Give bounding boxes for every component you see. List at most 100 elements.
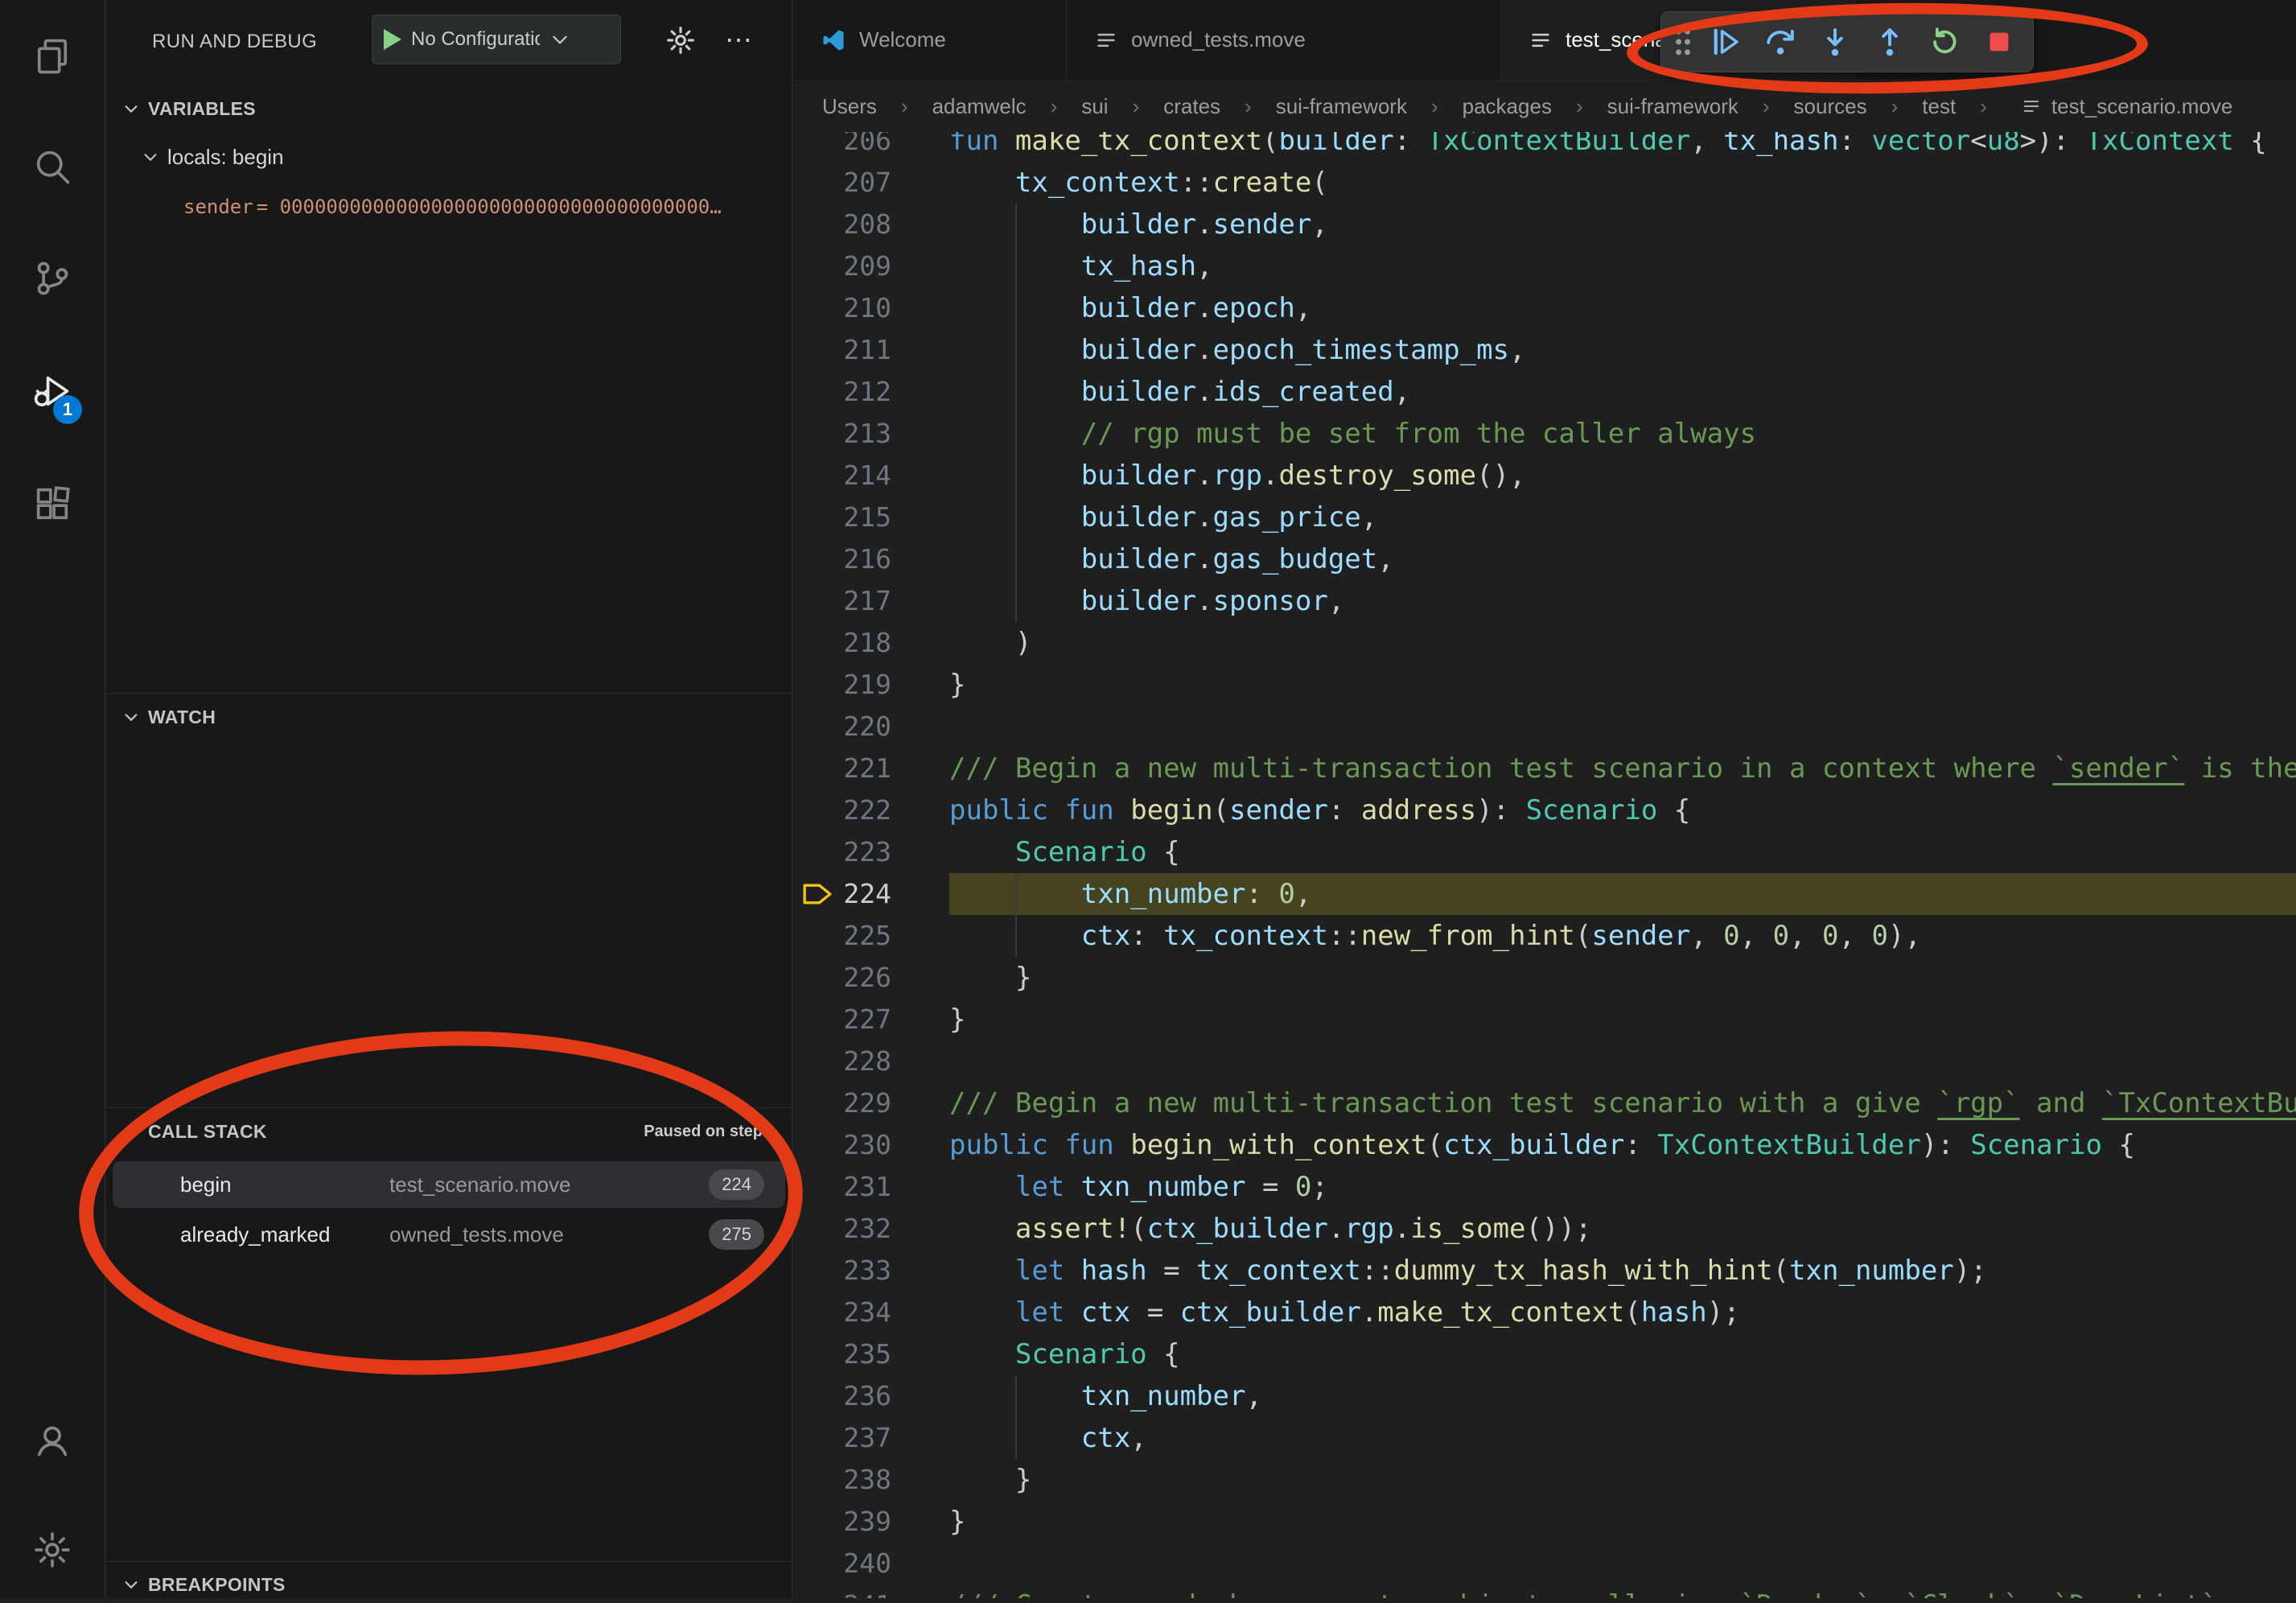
code-line-text[interactable]: } [949,1459,2296,1501]
line-number-gutter[interactable]: 213 [793,413,949,455]
code-line[interactable]: 227} [793,999,2296,1041]
code-line[interactable]: 225 ctx: tx_context::new_from_hint(sende… [793,915,2296,957]
code-line-text[interactable]: } [949,1501,2296,1543]
line-number-gutter[interactable]: 216 [793,538,949,580]
code-line-text[interactable]: tx_context::create( [949,162,2296,204]
line-number-gutter[interactable]: 226 [793,957,949,999]
variables-scope-row[interactable]: locals: begin [106,138,792,175]
line-number-gutter[interactable]: 224 [793,873,949,915]
restart-button[interactable] [1919,17,1970,67]
line-number-gutter[interactable]: 238 [793,1459,949,1501]
code-line[interactable]: 220 [793,706,2296,748]
line-number-gutter[interactable]: 222 [793,789,949,831]
code-line[interactable]: 215 builder.gas_price, [793,497,2296,538]
code-line[interactable]: 229/// Begin a new multi-transaction tes… [793,1082,2296,1124]
line-number-gutter[interactable]: 210 [793,287,949,329]
stack-frame[interactable]: begin test_scenario.move 224 [113,1161,785,1208]
debug-settings-button[interactable] [660,19,702,61]
code-line[interactable]: 224 txn_number: 0, [793,873,2296,915]
code-line-text[interactable]: let hash = tx_context::dummy_tx_hash_wit… [949,1250,2296,1292]
line-number-gutter[interactable]: 211 [793,329,949,371]
line-number-gutter[interactable]: 232 [793,1208,949,1250]
code-line[interactable]: 241/// Creates and shares system objects… [793,1584,2296,1598]
start-debug-icon[interactable] [384,29,401,50]
code-line[interactable]: 208 builder.sender, [793,204,2296,245]
code-line[interactable]: 218 ) [793,622,2296,664]
toolbar-drag-handle[interactable] [1669,17,1697,67]
code-line-text[interactable]: assert!(ctx_builder.rgp.is_some()); [949,1208,2296,1250]
code-line[interactable]: 240 [793,1543,2296,1584]
stop-button[interactable] [1973,17,2025,67]
code-line-text[interactable] [949,706,2296,748]
line-number-gutter[interactable]: 234 [793,1292,949,1333]
code-line[interactable]: 206fun make_tx_context(builder: TxContex… [793,132,2296,162]
breadcrumb-item[interactable]: crates [1109,94,1220,119]
line-number-gutter[interactable]: 233 [793,1250,949,1292]
line-number-gutter[interactable]: 219 [793,664,949,706]
code-line[interactable]: 233 let hash = tx_context::dummy_tx_hash… [793,1250,2296,1292]
code-line[interactable]: 237 ctx, [793,1417,2296,1459]
code-line[interactable]: 231 let txn_number = 0; [793,1166,2296,1208]
line-number-gutter[interactable]: 223 [793,831,949,873]
code-line[interactable]: 223 Scenario { [793,831,2296,873]
continue-button[interactable] [1700,17,1751,67]
line-number-gutter[interactable]: 208 [793,204,949,245]
code-line-text[interactable]: public fun begin_with_context(ctx_builde… [949,1124,2296,1166]
code-line-text[interactable]: let txn_number = 0; [949,1166,2296,1208]
breadcrumb-item[interactable]: Users [822,94,877,119]
line-number-gutter[interactable]: 206 [793,132,949,162]
breadcrumb-item[interactable]: sui-framework [1552,94,1738,119]
breadcrumb-item[interactable]: sources [1738,94,1867,119]
code-line-text[interactable]: builder.sender, [949,204,2296,245]
code-line[interactable]: 210 builder.epoch, [793,287,2296,329]
code-line-text[interactable]: let ctx = ctx_builder.make_tx_context(ha… [949,1292,2296,1333]
code-line-text[interactable]: } [949,999,2296,1041]
code-line-text[interactable]: tx_hash, [949,245,2296,287]
line-number-gutter[interactable]: 228 [793,1041,949,1082]
activity-settings[interactable] [0,1506,105,1594]
tab-owned-tests[interactable]: owned_tests.move [1067,0,1501,80]
code-line-text[interactable]: public fun begin(sender: address): Scena… [949,789,2296,831]
code-line-text[interactable]: builder.epoch, [949,287,2296,329]
line-number-gutter[interactable]: 231 [793,1166,949,1208]
code-line[interactable]: 238 } [793,1459,2296,1501]
line-number-gutter[interactable]: 217 [793,580,949,622]
code-line-text[interactable]: builder.gas_budget, [949,538,2296,580]
code-line-text[interactable] [949,1543,2296,1584]
line-number-gutter[interactable]: 215 [793,497,949,538]
variable-row[interactable]: sender = 0000000000000000000000000000000… [106,188,792,225]
code-line-text[interactable]: ) [949,622,2296,664]
code-line-text[interactable]: /// Begin a new multi-transaction test s… [949,1082,2296,1124]
line-number-gutter[interactable]: 240 [793,1543,949,1584]
code-line[interactable]: 230public fun begin_with_context(ctx_bui… [793,1124,2296,1166]
code-line[interactable]: 239} [793,1501,2296,1543]
code-line-text[interactable]: } [949,664,2296,706]
code-line-text[interactable]: Scenario { [949,831,2296,873]
activity-extensions[interactable] [0,459,105,548]
line-number-gutter[interactable]: 235 [793,1333,949,1375]
line-number-gutter[interactable]: 241 [793,1584,949,1598]
code-line-text[interactable]: builder.gas_price, [949,497,2296,538]
line-number-gutter[interactable]: 227 [793,999,949,1041]
breadcrumb-item[interactable]: packages [1407,94,1552,119]
code-line[interactable]: 222public fun begin(sender: address): Sc… [793,789,2296,831]
code-line-text[interactable]: builder.rgp.destroy_some(), [949,455,2296,497]
activity-run-and-debug[interactable]: 1 [0,347,105,435]
code-line-text[interactable]: /// Begin a new multi-transaction test s… [949,748,2296,789]
code-line-text[interactable] [949,1041,2296,1082]
code-line[interactable]: 221/// Begin a new multi-transaction tes… [793,748,2296,789]
section-breakpoints[interactable]: BREAKPOINTS [106,1566,792,1603]
code-line[interactable]: 228 [793,1041,2296,1082]
code-line[interactable]: 219} [793,664,2296,706]
section-variables[interactable]: VARIABLES [106,90,792,127]
line-number-gutter[interactable]: 239 [793,1501,949,1543]
code-line[interactable]: 216 builder.gas_budget, [793,538,2296,580]
code-line-text[interactable]: builder.sponsor, [949,580,2296,622]
activity-source-control[interactable] [0,234,105,323]
line-number-gutter[interactable]: 230 [793,1124,949,1166]
breadcrumb-item[interactable]: adamwelc [877,94,1027,119]
step-over-button[interactable] [1755,17,1806,67]
code-line[interactable]: 217 builder.sponsor, [793,580,2296,622]
breadcrumb-file[interactable]: test_scenario.move [1956,94,2232,119]
activity-search[interactable] [0,122,105,211]
